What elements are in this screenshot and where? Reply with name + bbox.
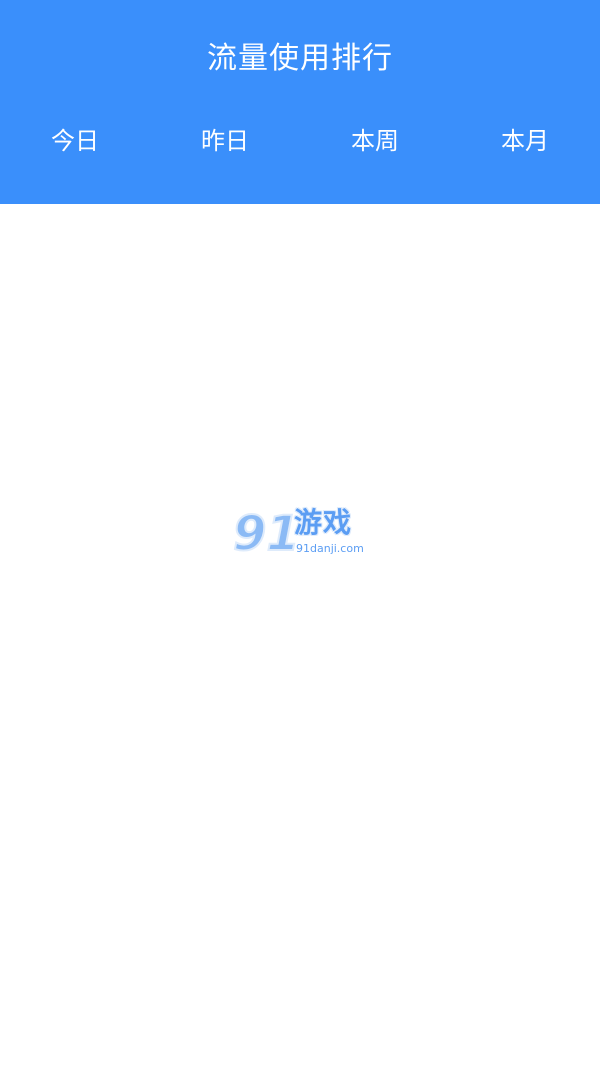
watermark-mark-text: 91 [233,506,296,560]
watermark-logo: 91 游戏 91danji.com [232,504,372,560]
tab-this-week[interactable]: 本周 [300,118,450,164]
watermark-name: 游戏 [294,506,353,539]
ranking-content-area [0,204,600,1067]
period-tabs: 今日 昨日 本周 本月 [0,118,600,164]
page-title: 流量使用排行 [207,41,393,76]
tab-this-month[interactable]: 本月 [450,118,600,164]
tab-yesterday[interactable]: 昨日 [150,118,300,164]
tab-today[interactable]: 今日 [0,118,150,164]
watermark-url: 91danji.com [296,542,364,555]
screen: 流量使用排行 今日 昨日 本周 本月 91 游戏 91danji.com [0,0,600,1067]
header-bar: 流量使用排行 今日 昨日 本周 本月 [0,0,600,204]
watermark-91-logo-icon: 91 [232,505,296,560]
